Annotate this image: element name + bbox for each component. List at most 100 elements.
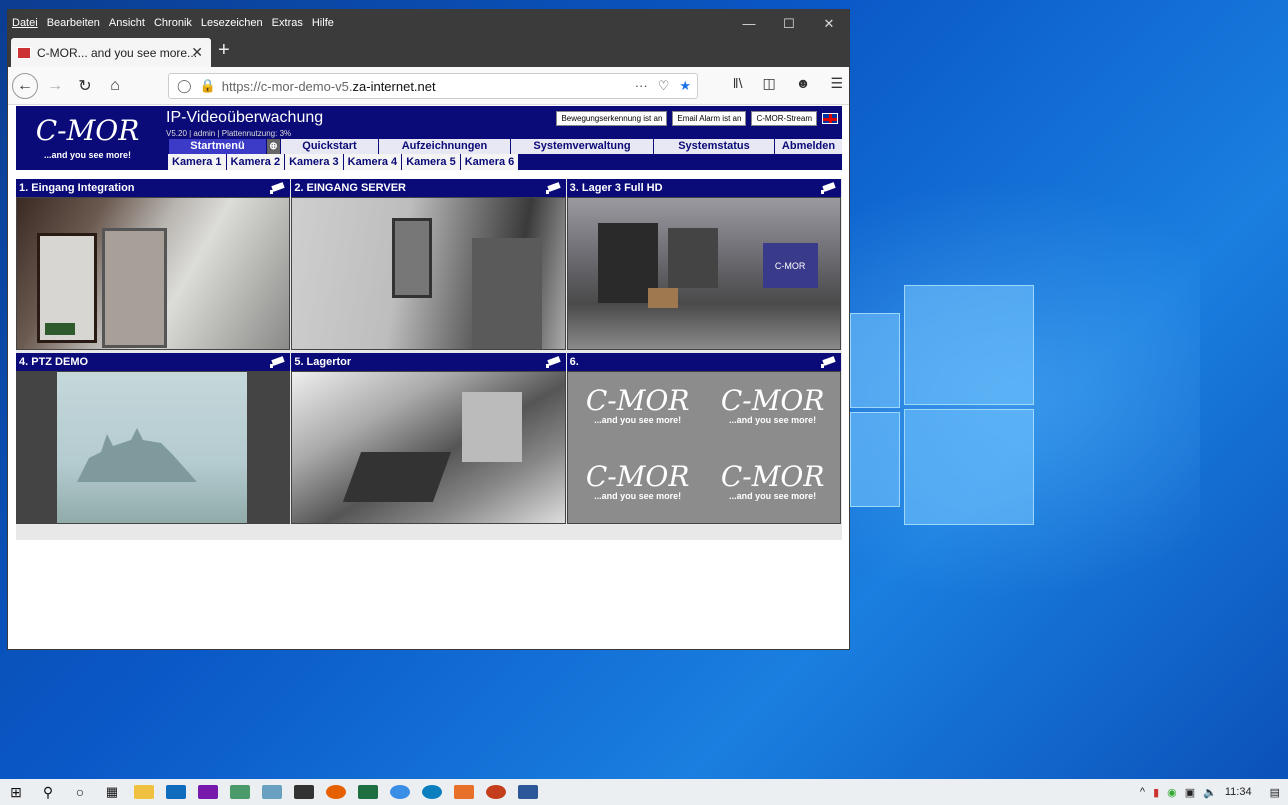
terminal-icon[interactable] bbox=[294, 785, 314, 799]
camera-icon bbox=[545, 182, 562, 194]
tab-cmor[interactable]: C-MOR... and you see more... ✕ bbox=[11, 38, 211, 67]
camera-tile-2[interactable]: 2. EINGANG SERVER bbox=[291, 179, 566, 350]
menu-chronik[interactable]: Chronik bbox=[154, 17, 192, 29]
nav-systemstatus[interactable]: Systemstatus bbox=[653, 139, 774, 154]
nav-kamera-4[interactable]: Kamera 4 bbox=[343, 154, 403, 170]
placeholder-logo: C-MOR bbox=[720, 460, 825, 493]
nav-quickstart[interactable]: Quickstart bbox=[280, 139, 378, 154]
camera-icon bbox=[545, 356, 562, 368]
taskbar: ⊞ ⚲ ○ ▦ ^ ▮ ◉ ▣ 🔈 11:34 ▤ bbox=[0, 779, 1288, 805]
reload-icon[interactable]: ↻ bbox=[72, 73, 98, 99]
nav-aufzeichnungen[interactable]: Aufzeichnungen bbox=[378, 139, 510, 154]
menu-icon[interactable]: ☰ bbox=[830, 75, 843, 92]
monitor-icon[interactable]: ▣ bbox=[1185, 786, 1195, 799]
app-header: C-MOR ...and you see more! IP-Videoüberw… bbox=[16, 106, 842, 170]
motion-detection-button[interactable]: Bewegungserkennung ist an bbox=[556, 111, 668, 126]
app2-icon[interactable] bbox=[454, 785, 474, 799]
uk-flag-icon[interactable] bbox=[822, 113, 838, 124]
notifications-icon[interactable]: ▤ bbox=[1270, 786, 1280, 799]
onenote-icon[interactable] bbox=[198, 785, 218, 799]
camera-title: 5. Lagertor bbox=[294, 356, 352, 368]
camera-feed-3[interactable]: C-MOR bbox=[566, 197, 841, 350]
logo-text: C-MOR bbox=[35, 114, 140, 147]
menu-extras[interactable]: Extras bbox=[272, 17, 303, 29]
nav-kamera-5[interactable]: Kamera 5 bbox=[402, 154, 461, 170]
task-view-icon[interactable]: ▦ bbox=[102, 784, 122, 799]
camera-icon bbox=[820, 182, 837, 194]
camera-placeholder-6[interactable]: C-MOR ...and you see more! C-MOR ...and yo… bbox=[566, 371, 841, 524]
menu-datei[interactable]: Datei bbox=[12, 17, 38, 29]
edge-icon[interactable] bbox=[422, 785, 442, 799]
volume-icon[interactable]: 🔈 bbox=[1203, 786, 1217, 799]
camera-icon bbox=[270, 182, 286, 194]
chevron-up-icon[interactable]: ^ bbox=[1140, 786, 1145, 798]
favicon-icon bbox=[17, 46, 31, 59]
word-icon[interactable] bbox=[518, 785, 538, 799]
camera-nav: Kamera 1 Kamera 2 Kamera 3 Kamera 4 Kame… bbox=[168, 154, 520, 170]
network-app-icon[interactable] bbox=[262, 785, 282, 799]
cmor-logo[interactable]: C-MOR ...and you see more! bbox=[16, 106, 159, 170]
nav-startmenu[interactable]: Startmenü bbox=[168, 139, 266, 154]
search-icon[interactable]: ⚲ bbox=[38, 784, 58, 800]
camera-tile-1[interactable]: 1. Eingang Integration bbox=[16, 179, 291, 350]
camera-icon bbox=[820, 356, 837, 368]
clock[interactable]: 11:34 bbox=[1225, 786, 1252, 798]
home-icon[interactable]: ⌂ bbox=[102, 73, 128, 99]
file-explorer-icon[interactable] bbox=[134, 785, 154, 799]
shield-icon: ◯ bbox=[177, 78, 192, 93]
excel-icon[interactable] bbox=[358, 785, 378, 799]
camera-tile-5[interactable]: 5. Lagertor bbox=[291, 353, 566, 524]
firefox-icon[interactable] bbox=[326, 785, 346, 799]
cortana-icon[interactable]: ○ bbox=[70, 784, 90, 800]
nav-kamera-3[interactable]: Kamera 3 bbox=[285, 154, 344, 170]
camera-icon bbox=[270, 356, 286, 368]
lock-icon: 🔒 bbox=[199, 78, 216, 93]
menu-hilfe[interactable]: Hilfe bbox=[312, 17, 334, 29]
outlook-icon[interactable] bbox=[166, 785, 186, 799]
nav-systemverwaltung[interactable]: Systemverwaltung bbox=[510, 139, 653, 154]
library-icon[interactable]: ‖\ bbox=[733, 75, 743, 92]
placeholder-logo: C-MOR bbox=[720, 384, 825, 417]
menu-ansicht[interactable]: Ansicht bbox=[109, 17, 145, 29]
tab-title: C-MOR... and you see more... bbox=[37, 45, 198, 60]
nav-kamera-6[interactable]: Kamera 6 bbox=[460, 154, 520, 170]
back-icon[interactable]: ← bbox=[12, 72, 38, 99]
plus-icon[interactable]: ⊕ bbox=[266, 139, 280, 154]
network-icon[interactable]: ◉ bbox=[1167, 786, 1177, 799]
menu-bearbeiten[interactable]: Bearbeiten bbox=[47, 17, 100, 29]
ie-icon[interactable] bbox=[390, 785, 410, 799]
stream-button[interactable]: C-MOR-Stream bbox=[751, 111, 817, 126]
camera-title: 4. PTZ DEMO bbox=[19, 356, 89, 368]
tab-bar: C-MOR... and you see more... ✕ + bbox=[8, 35, 849, 67]
sidebar-icon[interactable]: ◫ bbox=[762, 75, 775, 92]
menu-bar: Datei Bearbeiten Ansicht Chronik Lesezei… bbox=[8, 10, 849, 35]
account-icon[interactable]: ☻ bbox=[796, 75, 811, 92]
page-actions-icon[interactable]: ··· bbox=[635, 78, 648, 94]
tab-close-icon[interactable]: ✕ bbox=[191, 44, 203, 61]
nav-kamera-2[interactable]: Kamera 2 bbox=[226, 154, 286, 170]
camera-tile-6[interactable]: 6. C-MOR ...and you see more! C-MOR ...and… bbox=[566, 353, 841, 524]
battery-icon[interactable]: ▮ bbox=[1153, 786, 1159, 799]
browser-window: Datei Bearbeiten Ansicht Chronik Lesezei… bbox=[7, 9, 850, 650]
nav-abmelden[interactable]: Abmelden bbox=[774, 139, 842, 154]
forward-icon[interactable]: → bbox=[42, 73, 68, 99]
camera-feed-2[interactable] bbox=[291, 197, 566, 350]
camera-feed-4[interactable] bbox=[16, 371, 291, 524]
start-icon[interactable]: ⊞ bbox=[6, 784, 26, 800]
email-alarm-button[interactable]: Email Alarm ist an bbox=[672, 111, 747, 126]
camera-tile-3[interactable]: 3. Lager 3 Full HD C-MOR bbox=[566, 179, 841, 350]
bookmark-star-icon[interactable]: ★ bbox=[679, 78, 691, 94]
camera-tile-4[interactable]: 4. PTZ DEMO bbox=[16, 353, 291, 524]
placeholder-logo: C-MOR bbox=[585, 460, 690, 493]
nav-kamera-1[interactable]: Kamera 1 bbox=[168, 154, 227, 170]
pocket-icon[interactable]: ♡ bbox=[658, 78, 670, 94]
powerpoint-icon[interactable] bbox=[486, 785, 506, 799]
menu-lesezeichen[interactable]: Lesezeichen bbox=[201, 17, 263, 29]
camera-feed-1[interactable] bbox=[16, 197, 291, 350]
app-icon[interactable] bbox=[230, 785, 250, 799]
placeholder-logo: C-MOR bbox=[585, 384, 690, 417]
camera-feed-5[interactable] bbox=[291, 371, 566, 524]
url-bar[interactable]: ◯ 🔒 https://c-mor-demo-v5. za-internet.ne… bbox=[168, 73, 698, 99]
cmor-page: C-MOR ...and you see more! IP-Videoüberw… bbox=[16, 106, 842, 540]
new-tab-icon[interactable]: + bbox=[218, 39, 230, 62]
